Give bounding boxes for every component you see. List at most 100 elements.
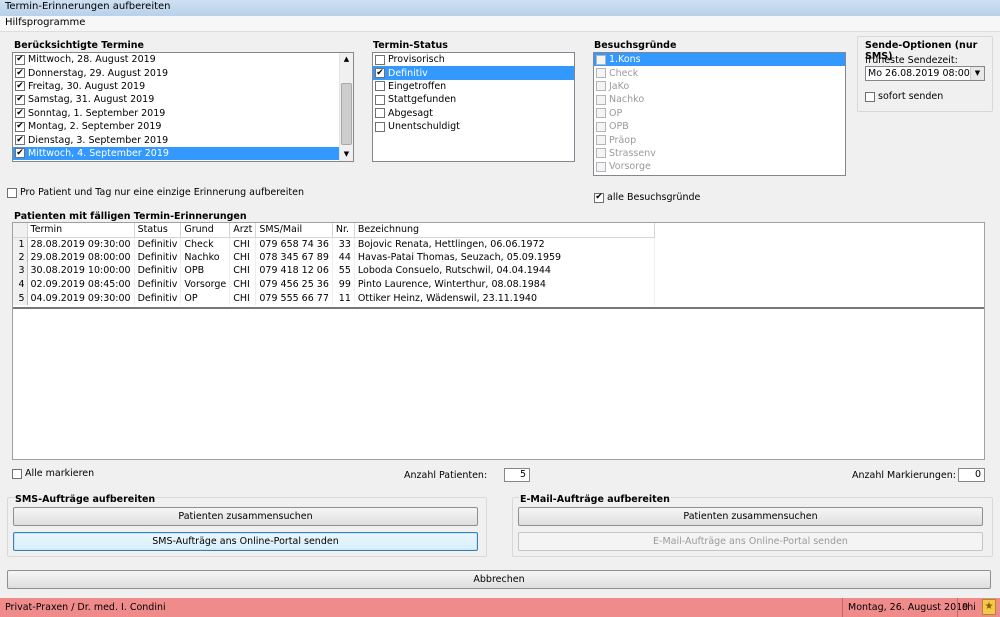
row-number[interactable]: 4 <box>13 277 28 292</box>
column-header[interactable]: Grund <box>180 223 231 238</box>
column-header[interactable]: Arzt <box>229 223 257 238</box>
status-item[interactable]: Abgesagt <box>373 107 574 120</box>
termin-item-label: Donnerstag, 29. August 2019 <box>28 67 169 79</box>
star-icon[interactable]: ★ <box>982 599 996 615</box>
cell-grund: Vorsorge <box>180 277 231 292</box>
termin-item[interactable]: ✔ Montag, 2. September 2019 <box>13 120 340 133</box>
termin-item-label: Sonntag, 1. September 2019 <box>28 107 166 119</box>
checkbox-checked-icon: ✔ <box>594 192 604 203</box>
table-row[interactable]: 1 28.08.2019 09:30:00 Definitiv Check CHI 079… <box>13 237 655 251</box>
cell-sms: 079 418 12 06 <box>255 264 333 278</box>
row-number[interactable]: 2 <box>13 250 28 265</box>
checkbox-checked-icon[interactable]: ✔ <box>15 108 25 119</box>
cell-grund: OPB <box>180 264 231 278</box>
checkbox-unchecked-icon[interactable] <box>375 108 385 119</box>
row-number[interactable]: 3 <box>13 264 28 278</box>
status-item[interactable]: Provisorisch <box>373 53 574 66</box>
cell-arzt: CHI <box>229 277 257 292</box>
scroll-thumb[interactable] <box>341 83 352 145</box>
termin-item[interactable]: ✔ Dienstag, 3. September 2019 <box>13 133 340 146</box>
checkbox-unchecked-icon[interactable] <box>375 81 385 92</box>
chevron-down-icon[interactable]: ▼ <box>970 67 984 80</box>
column-header[interactable]: Status <box>134 223 182 238</box>
earliest-select[interactable]: Mo 26.08.2019 08:00 ▼ <box>865 66 985 81</box>
row-number[interactable]: 5 <box>13 291 28 305</box>
row-number[interactable]: 1 <box>13 237 28 251</box>
termin-item[interactable]: ✔ Freitag, 30. August 2019 <box>13 80 340 93</box>
checkbox-checked-icon[interactable]: ✔ <box>15 94 25 105</box>
column-header[interactable]: Termin <box>27 223 135 238</box>
cell-bez: Loboda Consuelo, Rutschwil, 04.04.1944 <box>354 264 655 278</box>
termin-item-label: Freitag, 30. August 2019 <box>28 80 146 92</box>
alle-gruende-label: alle Besuchsgründe <box>607 192 701 203</box>
grund-item: Vorsorge <box>594 160 845 173</box>
email-send-button: E-Mail-Aufträge ans Online-Portal senden <box>518 532 983 551</box>
termin-item[interactable]: ✔ Donnerstag, 29. August 2019 <box>13 66 340 79</box>
column-header[interactable]: Nr. <box>332 223 355 238</box>
termin-item[interactable]: ✔ Sonntag, 1. September 2019 <box>13 107 340 120</box>
checkbox-checked-icon[interactable]: ✔ <box>375 68 385 79</box>
table-row[interactable]: 5 04.09.2019 09:30:00 Definitiv OP CHI 079 55… <box>13 291 655 305</box>
grund-item-label: Nachko <box>609 94 645 106</box>
termin-item[interactable]: ✔ Mittwoch, 28. August 2019 <box>13 53 340 66</box>
scroll-up-icon[interactable]: ▲ <box>340 53 353 66</box>
grund-item-label: OP <box>609 107 623 119</box>
checkbox-checked-icon[interactable]: ✔ <box>15 121 25 132</box>
table-row[interactable]: 3 30.08.2019 10:00:00 Definitiv OPB CHI 079 4… <box>13 264 655 278</box>
grid-separator <box>13 307 984 309</box>
sms-jobs-title: SMS-Aufträge aufbereiten <box>14 494 157 505</box>
checkbox-unchecked-icon[interactable] <box>375 121 385 132</box>
scroll-down-icon[interactable]: ▼ <box>340 148 353 161</box>
status-item[interactable]: Stattgefunden <box>373 93 574 106</box>
checkbox-checked-icon[interactable]: ✔ <box>15 135 25 146</box>
sms-send-button[interactable]: SMS-Aufträge ans Online-Portal senden <box>13 532 478 551</box>
cell-nr: 44 <box>332 250 355 265</box>
status-item[interactable]: Unentschuldigt <box>373 120 574 133</box>
status-item-label: Definitiv <box>388 67 428 79</box>
menu-hilfsprogramme[interactable]: Hilfsprogramme <box>5 17 85 28</box>
email-collect-button[interactable]: Patienten zusammensuchen <box>518 507 983 526</box>
cell-termin: 04.09.2019 09:30:00 <box>27 291 135 305</box>
termin-item[interactable]: ✔ Mittwoch, 4. September 2019 <box>13 146 340 161</box>
cell-grund: Nachko <box>180 250 231 265</box>
status-list[interactable]: Provisorisch ✔ Definitiv Eingetroffen Stattg… <box>372 52 575 162</box>
status-item-label: Stattgefunden <box>388 94 457 106</box>
checkbox-checked-icon[interactable]: ✔ <box>15 54 25 65</box>
table-row[interactable]: 4 02.09.2019 08:45:00 Definitiv Vorsorge CHI… <box>13 277 655 292</box>
column-header[interactable]: SMS/Mail <box>255 223 333 238</box>
sofort-senden-label: sofort senden <box>878 91 944 102</box>
status-item[interactable]: Eingetroffen <box>373 80 574 93</box>
checkbox-checked-icon[interactable]: ✔ <box>15 68 25 79</box>
column-header[interactable]: Bezeichnung <box>354 223 655 238</box>
checkbox-checked-icon[interactable]: ✔ <box>15 148 25 159</box>
termine-list[interactable]: ✔ Mittwoch, 28. August 2019 ✔ Donnerstag, 2… <box>12 52 354 162</box>
status-item[interactable]: ✔ Definitiv <box>373 66 574 80</box>
cell-termin: 28.08.2019 09:30:00 <box>27 237 135 251</box>
cell-sms: 078 345 67 89 <box>255 250 333 265</box>
count-marked-field: 0 <box>958 468 985 482</box>
row-number-header <box>13 223 28 238</box>
gruende-list: 1.Kons Check JaKo Nachko OP OPB Präop Strassenv… <box>593 52 846 176</box>
termine-scrollbar[interactable]: ▲ ▼ <box>339 53 353 161</box>
sms-collect-button[interactable]: Patienten zusammensuchen <box>13 507 478 526</box>
checkbox-unchecked-icon[interactable] <box>375 54 385 65</box>
grund-item: Nachko <box>594 93 845 106</box>
checkbox-unchecked-icon[interactable] <box>375 94 385 105</box>
checkbox-unchecked-icon <box>596 81 606 92</box>
alle-gruende-checkbox[interactable]: ✔ alle Besuchsgründe <box>594 192 700 203</box>
checkbox-checked-icon[interactable]: ✔ <box>15 81 25 92</box>
patients-table[interactable]: Termin Status Grund Arzt SMS/Mail Nr. Bezeichn… <box>13 223 655 305</box>
cell-arzt: CHI <box>229 264 257 278</box>
checkbox-unchecked-icon <box>7 187 17 198</box>
single-reminder-checkbox[interactable]: Pro Patient und Tag nur eine einzige Eri… <box>7 187 304 198</box>
table-row[interactable]: 2 29.08.2019 08:00:00 Definitiv Nachko CHI 07… <box>13 250 655 265</box>
cell-grund: OP <box>180 291 231 305</box>
sofort-senden-checkbox[interactable]: sofort senden <box>865 91 943 102</box>
cell-arzt: CHI <box>229 291 257 305</box>
mark-all-checkbox[interactable]: Alle markieren <box>12 468 94 479</box>
cell-bez: Ottiker Heinz, Wädenswil, 23.11.1940 <box>354 291 655 305</box>
cell-sms: 079 555 66 77 <box>255 291 333 305</box>
patients-grid[interactable]: Termin Status Grund Arzt SMS/Mail Nr. Bezeichn… <box>12 222 985 460</box>
termin-item[interactable]: ✔ Samstag, 31. August 2019 <box>13 93 340 106</box>
cancel-button[interactable]: Abbrechen <box>7 570 991 589</box>
